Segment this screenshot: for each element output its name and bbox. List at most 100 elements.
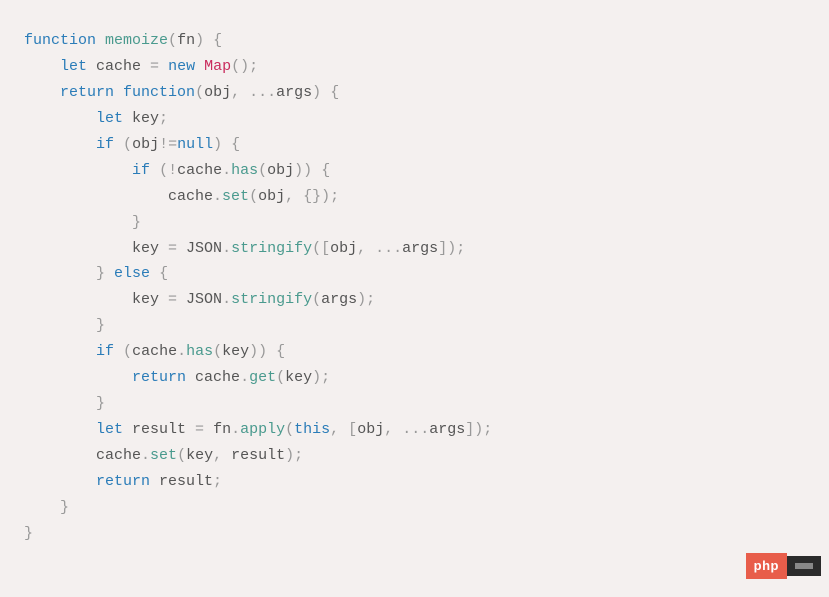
code-token: ))	[249, 343, 267, 360]
code-token	[24, 369, 132, 386]
code-token: ]);	[465, 421, 492, 438]
code-token: );	[285, 447, 303, 464]
code-token	[393, 421, 402, 438]
code-token: .	[222, 291, 231, 308]
code-token: {	[231, 136, 240, 153]
code-token: if	[96, 343, 114, 360]
code-token: =	[168, 291, 177, 308]
code-token: if	[96, 136, 114, 153]
code-token: key	[285, 369, 312, 386]
code-token: obj	[267, 162, 294, 179]
code-token: ,	[384, 421, 393, 438]
code-token	[96, 32, 105, 49]
code-token	[24, 343, 96, 360]
code-token: ,	[357, 240, 366, 257]
code-token: }	[96, 317, 105, 334]
code-token: return	[96, 473, 150, 490]
code-token: cache	[177, 162, 222, 179]
code-token: return	[132, 369, 186, 386]
code-token: (	[276, 369, 285, 386]
code-line: return cache.get(key);	[24, 365, 805, 391]
code-line: if (cache.has(key)) {	[24, 339, 805, 365]
code-token: .	[240, 369, 249, 386]
code-line: function memoize(fn) {	[24, 28, 805, 54]
code-token: return	[60, 84, 114, 101]
code-token: {	[159, 265, 168, 282]
code-token: has	[186, 343, 213, 360]
code-token: obj	[357, 421, 384, 438]
code-token: if	[132, 162, 150, 179]
code-line: key = JSON.stringify([obj, ...args]);	[24, 236, 805, 262]
code-token: {	[276, 343, 285, 360]
code-token: );	[312, 369, 330, 386]
code-token: let	[96, 110, 123, 127]
code-token: .	[141, 447, 150, 464]
code-token: )	[213, 136, 222, 153]
code-token	[159, 58, 168, 75]
code-token: cache	[24, 188, 213, 205]
watermark-php-label: php	[746, 553, 787, 579]
code-token	[366, 240, 375, 257]
code-token: .	[222, 240, 231, 257]
code-token: cache	[132, 343, 177, 360]
code-token: null	[177, 136, 213, 153]
code-token: function	[24, 32, 96, 49]
code-token	[24, 473, 96, 490]
code-token: ,	[213, 447, 222, 464]
code-token: !=	[159, 136, 177, 153]
code-line: key = JSON.stringify(args);	[24, 287, 805, 313]
code-token: =	[195, 421, 204, 438]
code-token: stringify	[231, 240, 312, 257]
code-line: } else {	[24, 261, 805, 287]
code-token: has	[231, 162, 258, 179]
code-token: fn	[204, 421, 231, 438]
code-token: (	[123, 343, 132, 360]
code-token: key	[123, 110, 159, 127]
code-token: ]);	[438, 240, 465, 257]
code-token: (	[168, 32, 177, 49]
code-token: new	[168, 58, 195, 75]
code-token: args	[321, 291, 357, 308]
code-token: ,	[231, 84, 240, 101]
code-token	[24, 162, 132, 179]
code-token	[312, 162, 321, 179]
code-token: fn	[177, 32, 195, 49]
code-token: args	[276, 84, 312, 101]
code-token: cache	[24, 447, 141, 464]
code-token: key	[186, 447, 213, 464]
code-token: result	[123, 421, 195, 438]
code-token: ;	[159, 110, 168, 127]
code-token: (	[312, 291, 321, 308]
code-token: set	[150, 447, 177, 464]
code-token: result	[150, 473, 213, 490]
code-token: {	[213, 32, 222, 49]
code-line: }	[24, 391, 805, 417]
code-token	[24, 84, 60, 101]
code-token: ,	[330, 421, 339, 438]
code-token: JSON	[177, 291, 222, 308]
code-token	[195, 58, 204, 75]
code-token	[24, 136, 96, 153]
code-token: ...	[402, 421, 429, 438]
code-token: ([	[312, 240, 330, 257]
code-token: ...	[375, 240, 402, 257]
code-token: memoize	[105, 32, 168, 49]
code-token: }	[60, 499, 69, 516]
code-line: let key;	[24, 106, 805, 132]
watermark-dark-block	[787, 556, 821, 576]
code-token: else	[114, 265, 150, 282]
code-token: let	[96, 421, 123, 438]
code-token: }	[24, 525, 33, 542]
code-token	[24, 317, 96, 334]
code-token	[204, 32, 213, 49]
code-token	[24, 265, 96, 282]
code-token: =	[150, 58, 159, 75]
code-token: apply	[240, 421, 285, 438]
code-token	[150, 162, 159, 179]
code-token: [	[348, 421, 357, 438]
code-line: let cache = new Map();	[24, 54, 805, 80]
code-token	[114, 84, 123, 101]
code-line: let result = fn.apply(this, [obj, ...arg…	[24, 417, 805, 443]
code-token: ;	[213, 473, 222, 490]
code-token: .	[177, 343, 186, 360]
